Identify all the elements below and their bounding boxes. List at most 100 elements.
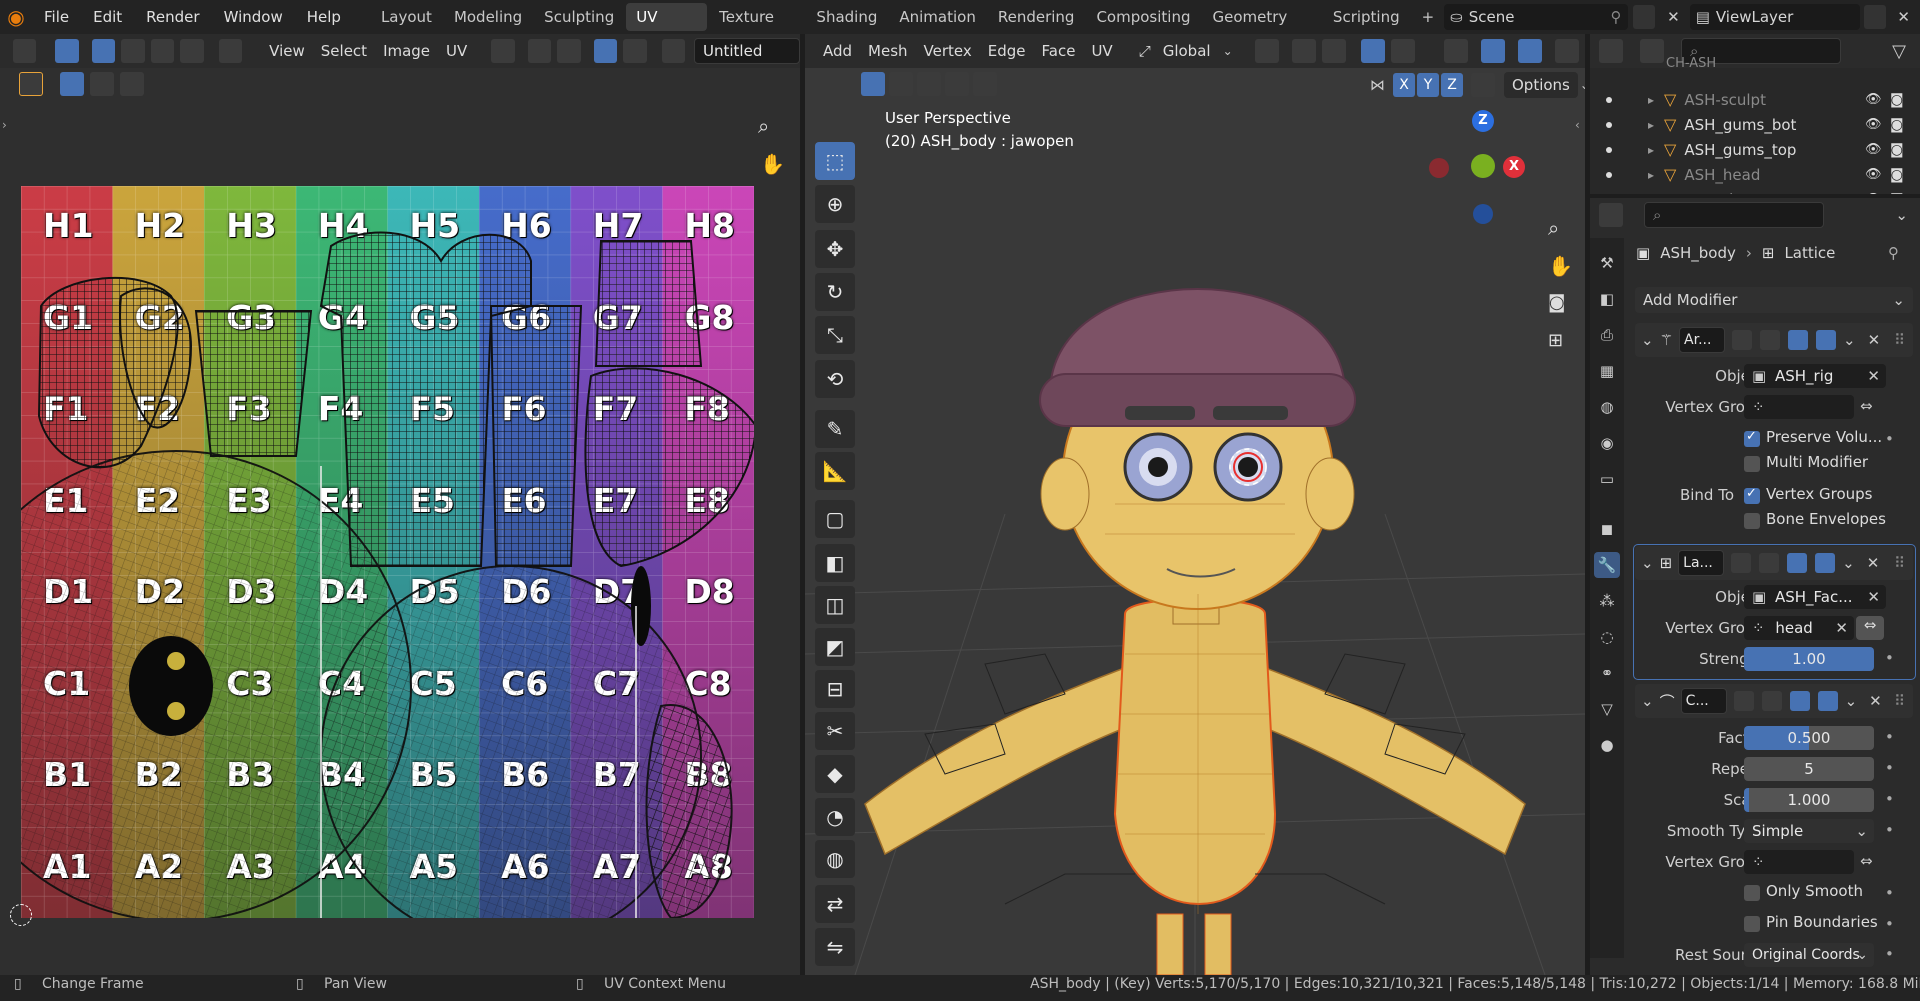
- properties-tab-constraints-icon[interactable]: ⚭: [1594, 660, 1620, 686]
- editor-type-icon[interactable]: [1599, 39, 1623, 63]
- workspace-tab-compositing[interactable]: Compositing: [1086, 3, 1200, 31]
- clear-icon[interactable]: ✕: [1835, 616, 1848, 640]
- pin-icon[interactable]: ⚲: [1888, 244, 1899, 262]
- cage-toggle-icon[interactable]: [1760, 330, 1781, 350]
- rotate-tool-icon[interactable]: ↻: [815, 273, 855, 311]
- grid-view-icon[interactable]: ⊞: [1548, 330, 1563, 351]
- render-camera-icon[interactable]: ◙: [1890, 192, 1904, 195]
- expand-arrow-icon[interactable]: ▸: [1648, 93, 1654, 107]
- dropdown-icon[interactable]: ⌄: [1845, 692, 1858, 710]
- remove-modifier-icon[interactable]: ✕: [1869, 692, 1882, 710]
- properties-tab-output-icon[interactable]: ⎙: [1594, 322, 1620, 348]
- menu-edit[interactable]: Edit: [81, 0, 134, 34]
- properties-tab-scene-icon[interactable]: ◍: [1594, 394, 1620, 420]
- pan-hand-icon[interactable]: ✋: [760, 152, 785, 176]
- move-tool-icon[interactable]: ✥: [815, 230, 855, 268]
- editmode-toggle-icon[interactable]: [1731, 553, 1752, 573]
- invert-icon[interactable]: ⇔: [1860, 397, 1873, 415]
- edge-slide-tool-icon[interactable]: ⇄: [815, 885, 855, 923]
- properties-tab-tool-icon[interactable]: ⚒: [1594, 250, 1620, 276]
- render-toggle-icon[interactable]: [1815, 553, 1836, 573]
- display-mode-icon[interactable]: [1640, 39, 1664, 63]
- collapse-chevron-icon[interactable]: ⌄: [1641, 692, 1654, 710]
- only-smooth-checkbox[interactable]: [1744, 885, 1760, 901]
- poly-build-tool-icon[interactable]: ◆: [815, 755, 855, 793]
- viewlayer-selector[interactable]: ▤ ViewLayer: [1689, 4, 1860, 30]
- workspace-tab-uv-editing[interactable]: UV Editing: [626, 3, 708, 54]
- drag-handle-icon[interactable]: ⠿: [1894, 692, 1905, 710]
- inset-tool-icon[interactable]: ◫: [815, 586, 855, 624]
- render-toggle-icon[interactable]: [1816, 330, 1837, 350]
- select-box-tool-icon[interactable]: [19, 72, 43, 96]
- extrude-tool-icon[interactable]: ◧: [815, 544, 855, 582]
- scale-tool-icon[interactable]: ⤡: [815, 316, 855, 354]
- keyframe-dot-icon[interactable]: •: [1885, 915, 1894, 933]
- snap-target-icon[interactable]: [557, 39, 581, 63]
- lattice-vgroup-field[interactable]: ⁘ head ✕: [1744, 616, 1854, 640]
- scale-slider[interactable]: 1.000: [1744, 788, 1874, 812]
- remove-modifier-icon[interactable]: ✕: [1868, 331, 1881, 349]
- image-browse-icon[interactable]: [661, 39, 686, 63]
- expand-arrow-icon[interactable]: ▸: [1648, 118, 1654, 132]
- editor-type-icon[interactable]: [13, 39, 37, 63]
- collapse-chevron-icon[interactable]: ⌄: [1641, 554, 1654, 572]
- falloff-icon[interactable]: [623, 39, 647, 63]
- lattice-modifier-name[interactable]: La...: [1678, 550, 1725, 576]
- workspace-tab-scripting[interactable]: Scripting: [1323, 3, 1410, 31]
- 3d-viewport-area[interactable]: Add Mesh Vertex Edge Face UV ⤢ Global ⌄ ⋈ XYZ…: [805, 34, 1585, 975]
- cursor-tool-icon[interactable]: ⊕: [815, 185, 855, 223]
- smooth-tool-icon[interactable]: ◍: [815, 840, 855, 878]
- mode-set-icon[interactable]: [60, 72, 84, 96]
- invert-icon[interactable]: ⇔: [1856, 616, 1884, 640]
- repeat-field[interactable]: 5: [1744, 757, 1874, 781]
- keyframe-dot-icon[interactable]: •: [1885, 884, 1894, 902]
- blender-logo-icon[interactable]: ◉: [0, 0, 32, 34]
- keyframe-dot-icon[interactable]: •: [1885, 945, 1894, 963]
- render-camera-icon[interactable]: ◙: [1890, 167, 1904, 183]
- clear-icon[interactable]: ✕: [1867, 585, 1880, 609]
- pin-boundaries-checkbox[interactable]: [1744, 916, 1760, 932]
- zoom-icon[interactable]: ⌕: [758, 114, 769, 138]
- rest-source-dropdown[interactable]: Original Coords ⌄: [1744, 943, 1874, 967]
- z-axis-icon[interactable]: Z: [1472, 110, 1494, 132]
- neg-x-axis-icon[interactable]: [1429, 158, 1449, 178]
- uv-menu-view[interactable]: View: [261, 38, 313, 64]
- armature-vgroup-field[interactable]: ⁘: [1744, 395, 1854, 419]
- shrink-fatten-tool-icon[interactable]: ⇋: [815, 928, 855, 966]
- menu-help[interactable]: Help: [295, 0, 353, 34]
- add-modifier-button[interactable]: Add Modifier ⌄: [1635, 287, 1913, 313]
- multi-modifier-checkbox[interactable]: [1744, 456, 1760, 472]
- visibility-eye-icon[interactable]: 👁: [1865, 117, 1882, 132]
- y-axis-icon[interactable]: [1471, 154, 1495, 178]
- properties-search-input[interactable]: ⌕: [1644, 202, 1824, 228]
- mode-extend-icon[interactable]: [90, 72, 114, 96]
- armature-object-field[interactable]: ▣ ASH_rig ✕: [1744, 364, 1886, 388]
- options-chevron-icon[interactable]: ⌄: [1895, 206, 1908, 224]
- cage-toggle-icon[interactable]: [1759, 553, 1780, 573]
- navigation-gizmo[interactable]: Z X: [1423, 104, 1543, 244]
- strength-slider[interactable]: 1.00: [1744, 647, 1874, 671]
- viewport-toggle-icon[interactable]: [1787, 553, 1808, 573]
- add-workspace-button[interactable]: +: [1412, 3, 1445, 31]
- properties-tab-particles-icon[interactable]: ⁂: [1594, 588, 1620, 614]
- pan-hand-icon[interactable]: ✋: [1548, 254, 1573, 278]
- proportional-edit-icon[interactable]: [593, 39, 618, 63]
- outliner-item[interactable]: ▸ ▽ ASH_gums_top 👁 ◙: [1590, 137, 1920, 162]
- armature-modifier-name[interactable]: Ar...: [1679, 327, 1726, 353]
- properties-tab-material-icon[interactable]: ●: [1594, 732, 1620, 758]
- editor-type-icon[interactable]: [1599, 203, 1623, 227]
- uv-checker-texture[interactable]: H1H2H3H4H5H6H7H8G1G2G3G4G5G6G7G8F1F2F3F4…: [21, 186, 754, 918]
- zoom-icon[interactable]: ⌕: [1548, 216, 1559, 240]
- 2d-cursor-icon[interactable]: [10, 904, 32, 926]
- editmode-toggle-icon[interactable]: [1732, 330, 1753, 350]
- render-camera-icon[interactable]: ◙: [1890, 142, 1904, 158]
- viewport-toggle-icon[interactable]: [1789, 691, 1810, 711]
- expand-arrow-icon[interactable]: ▸: [1648, 143, 1654, 157]
- select-edge-icon[interactable]: [121, 39, 145, 63]
- uv-menu-image[interactable]: Image: [375, 38, 438, 64]
- workspace-tab-geometry-nodes[interactable]: Geometry Nodes: [1202, 3, 1320, 54]
- lattice-object-field[interactable]: ▣ ASH_Fac... ✕: [1744, 585, 1886, 609]
- viewport-toggle-icon[interactable]: [1788, 330, 1809, 350]
- properties-tab-collection-icon[interactable]: ▭: [1594, 466, 1620, 492]
- scene-selector[interactable]: ⛀ Scene ⚲: [1444, 4, 1628, 30]
